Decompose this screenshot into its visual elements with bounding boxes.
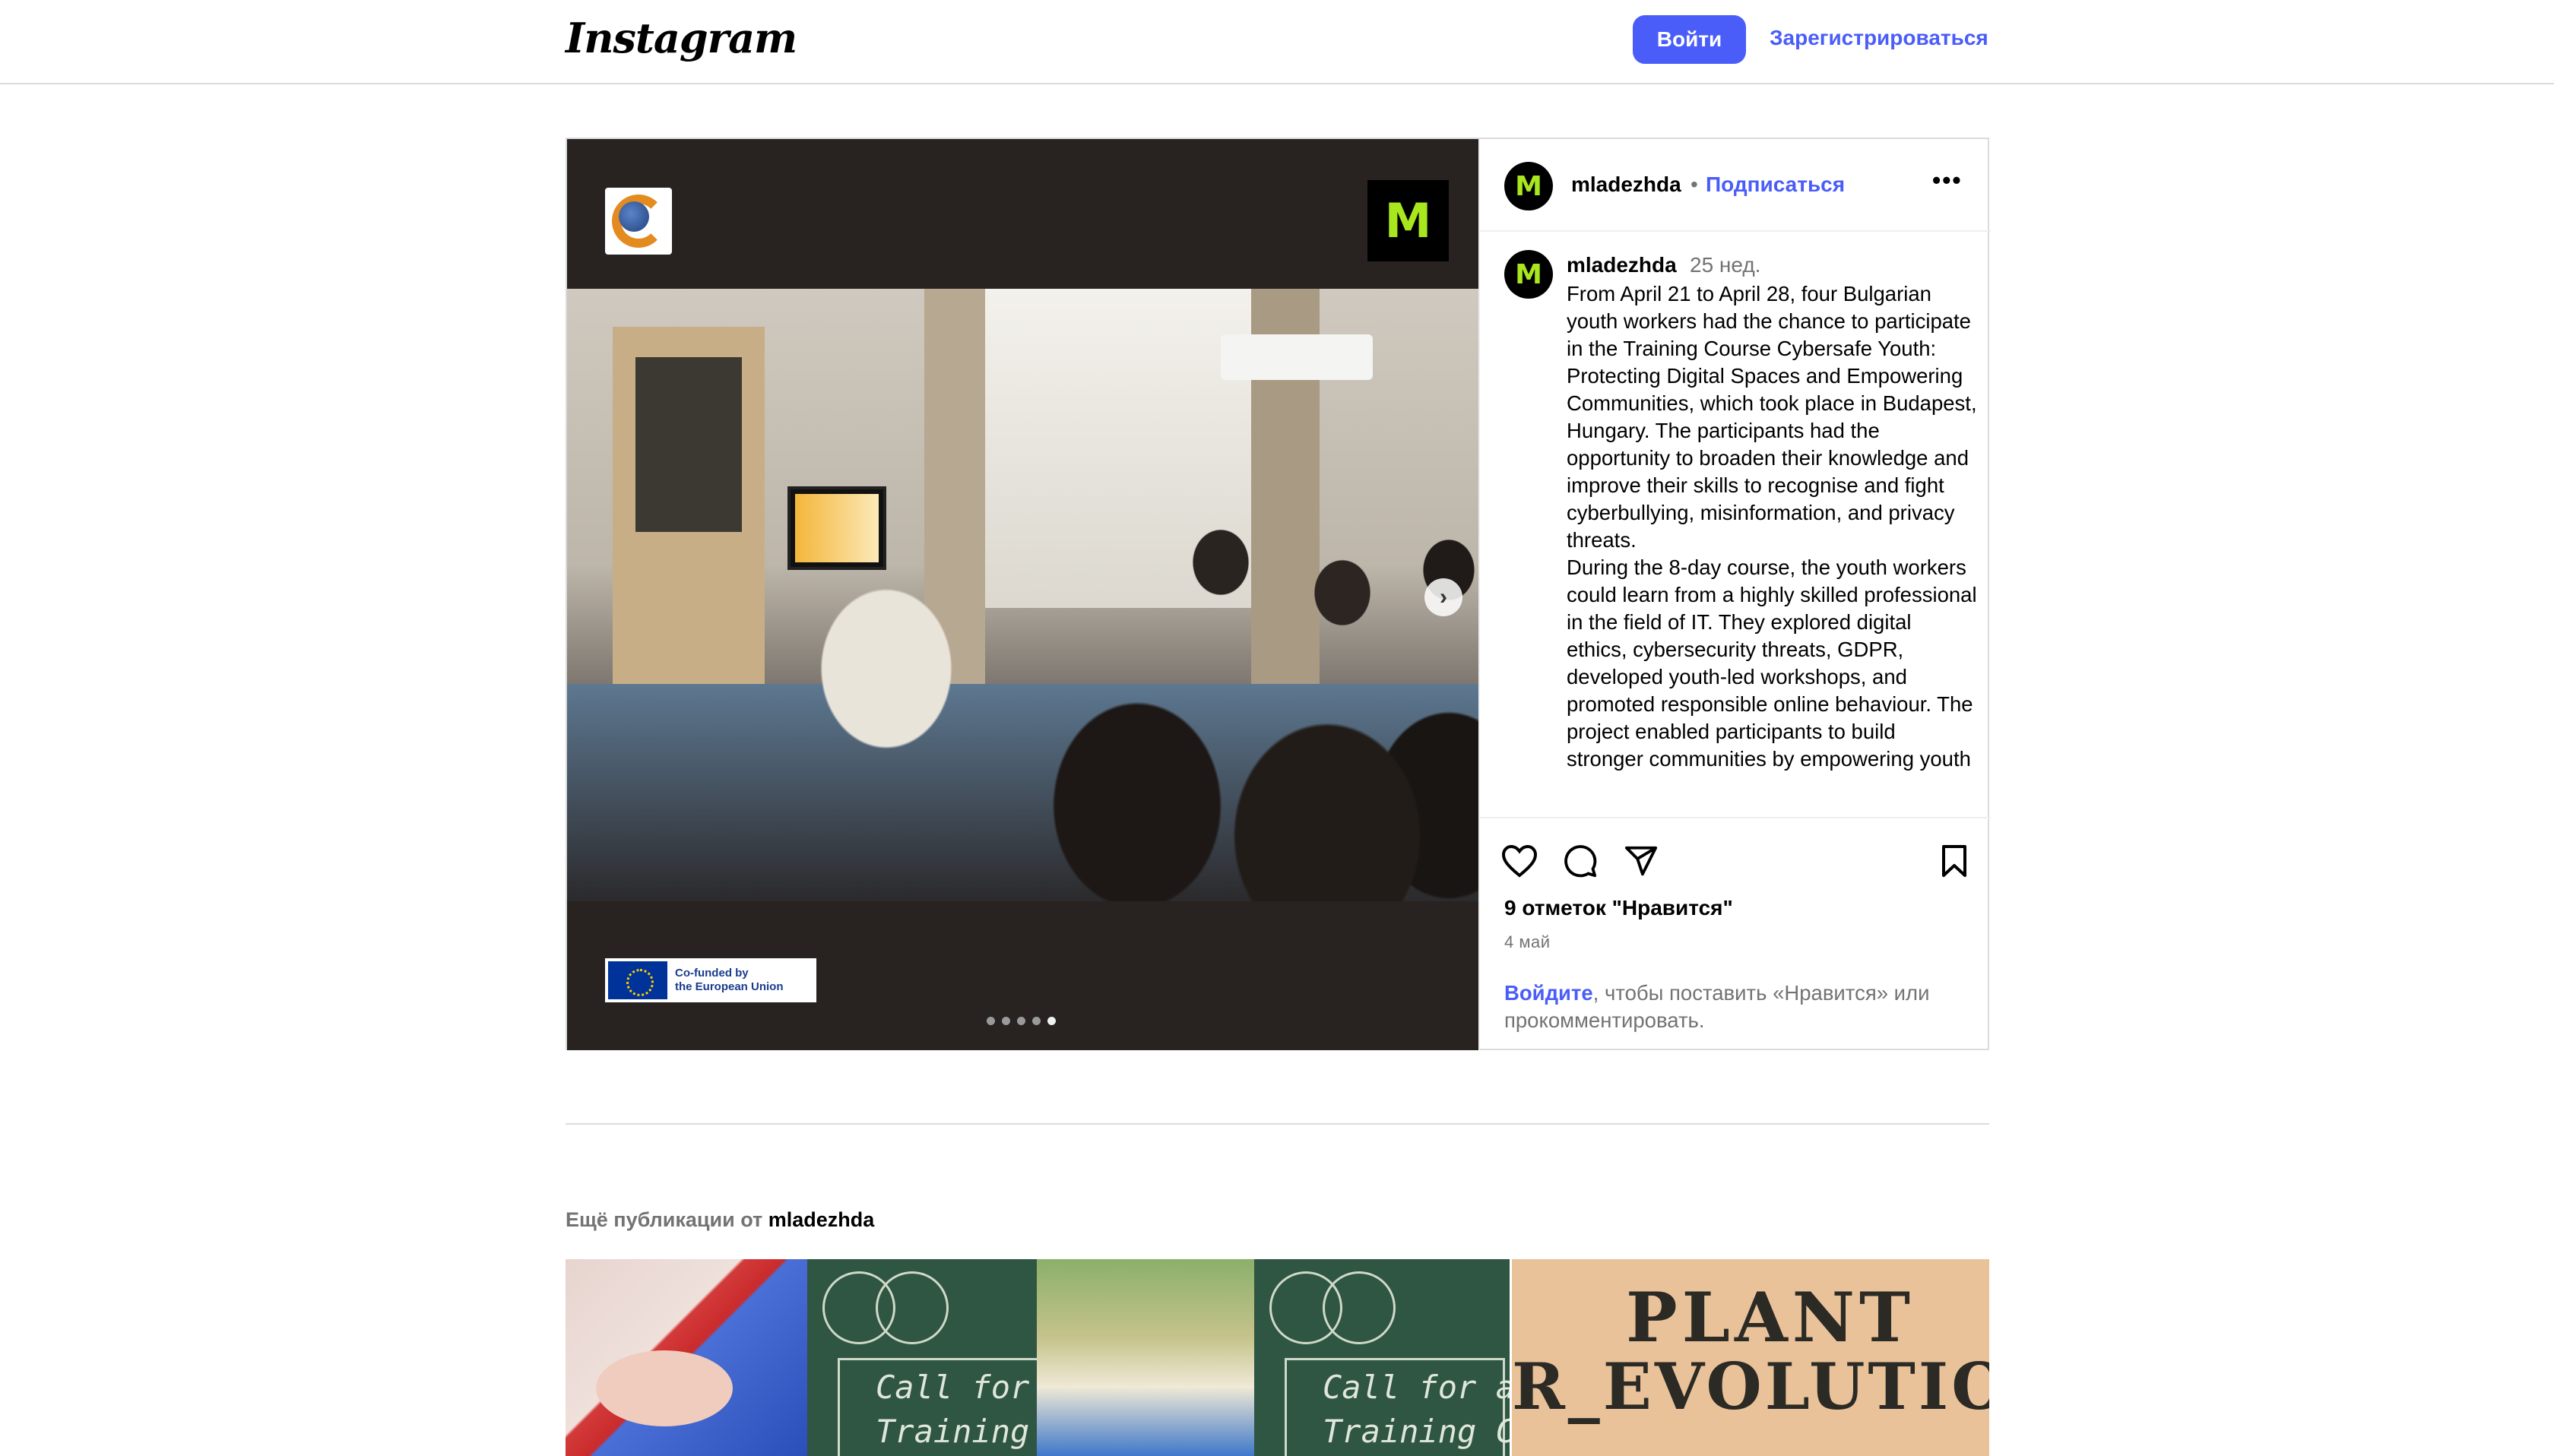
post-thumbnail[interactable]: PLANT R_EVOLUTION (1512, 1259, 1989, 1456)
caption-area[interactable]: M mladezhda 25 нед. From April 21 to Apr… (1480, 233, 1991, 817)
post-header: M mladezhda • Подписаться ••• (1480, 139, 1991, 232)
more-posts-title: Ещё публикации от mladezhda (566, 1208, 875, 1231)
caption-avatar[interactable]: M (1504, 250, 1553, 299)
thumbnail-subtitle: R_EVOLUTION (1512, 1349, 1989, 1424)
top-bar: Instagram Войти Зарегистрироваться (0, 0, 2554, 84)
post-photo (567, 289, 1478, 901)
eu-badge-line2: the European Union (675, 980, 784, 993)
caption-time: 25 нед. (1690, 253, 1761, 277)
caption-paragraph-1: From April 21 to April 28, four Bulgaria… (1567, 282, 1977, 552)
post-side-panel: M mladezhda • Подписаться ••• M mladezhd… (1478, 139, 1991, 1050)
signup-link[interactable]: Зарегистрироваться (1770, 26, 1988, 50)
share-icon[interactable] (1620, 840, 1662, 882)
post-card: M › Co-funded by the European Union M ml… (566, 138, 1991, 1050)
post-thumbnail[interactable] (566, 1259, 807, 1456)
more-posts-grid: Call for a Training Cou Call for a Train… (566, 1259, 1989, 1456)
caption-paragraph-2: During the 8-day course, the youth worke… (1567, 555, 1977, 771)
post-thumbnail[interactable]: Call for a Training Cou (807, 1259, 1037, 1456)
post-thumbnail[interactable]: Call for a Training Cours (1254, 1259, 1510, 1456)
carousel-dots (987, 1017, 1056, 1025)
bookmark-icon[interactable] (1933, 840, 1976, 882)
caption-text: From April 21 to April 28, four Bulgaria… (1567, 280, 1977, 773)
carousel-dot (987, 1017, 995, 1025)
section-divider (566, 1123, 1989, 1125)
thumbnail-line1: Call for a (1323, 1369, 1510, 1406)
instagram-logo[interactable]: Instagram (566, 14, 797, 62)
thumbnail-line1: Call for a (876, 1369, 1037, 1406)
post-date[interactable]: 4 май (1504, 932, 1551, 952)
post-media[interactable]: M › Co-funded by the European Union (567, 139, 1478, 1050)
eu-badge-line1: Co-funded by (675, 967, 749, 980)
carousel-dot (1017, 1017, 1025, 1025)
thumbnail-title: PLANT (1626, 1277, 1916, 1358)
author-username[interactable]: mladezhda (1571, 173, 1681, 197)
more-options-icon[interactable]: ••• (1932, 166, 1963, 195)
login-button[interactable]: Войти (1633, 15, 1746, 64)
organization-logo (605, 188, 672, 255)
login-prompt: Войдите, чтобы поставить «Нравится» или … (1504, 980, 1976, 1034)
carousel-dot (1002, 1017, 1010, 1025)
carousel-next-icon[interactable]: › (1424, 578, 1462, 616)
comment-icon[interactable] (1559, 840, 1602, 882)
author-avatar[interactable]: M (1504, 162, 1553, 210)
likes-count[interactable]: 9 отметок "Нравится" (1504, 896, 1733, 920)
caption-username[interactable]: mladezhda (1567, 253, 1677, 277)
post-actions: 9 отметок "Нравится" 4 май Войдите, чтоб… (1480, 817, 1991, 1049)
follow-button[interactable]: Подписаться (1706, 173, 1845, 197)
more-posts-username[interactable]: mladezhda (768, 1208, 875, 1231)
login-prompt-link[interactable]: Войдите (1504, 981, 1593, 1005)
header-separator: • (1691, 173, 1698, 196)
mladezhda-logo: M (1367, 180, 1449, 261)
carousel-dot (1032, 1017, 1041, 1025)
carousel-dot (1047, 1017, 1056, 1025)
post-thumbnail[interactable] (1037, 1259, 1254, 1456)
eu-flag-icon (608, 961, 667, 999)
eu-cofunded-badge: Co-funded by the European Union (605, 958, 816, 1002)
thumbnail-line2: Training Cours (1323, 1413, 1510, 1450)
heart-icon[interactable] (1498, 840, 1541, 882)
thumbnail-line2: Training Cou (876, 1413, 1037, 1450)
